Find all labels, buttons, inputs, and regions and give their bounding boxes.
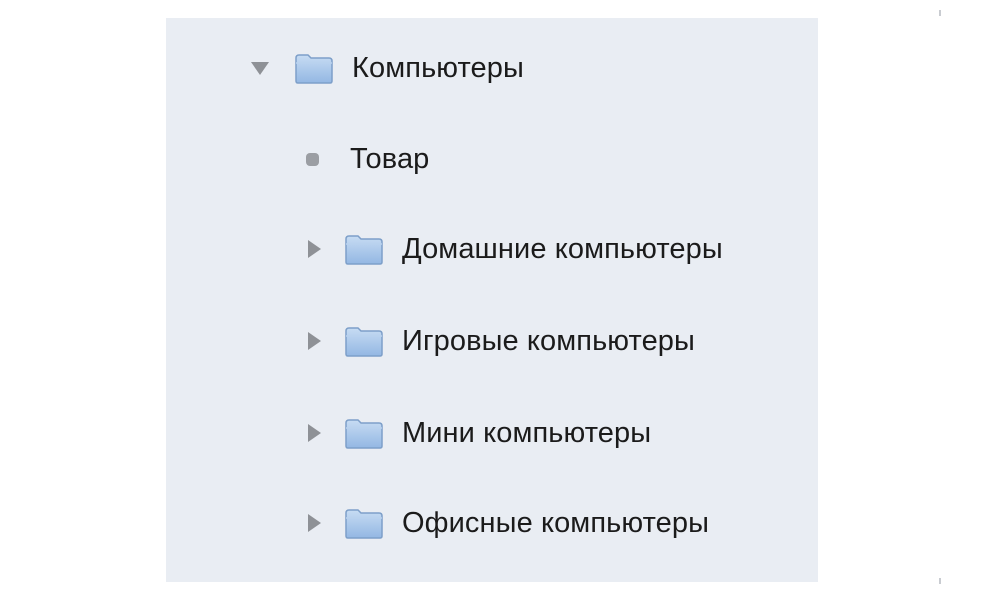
tree-row-label: Игровые компьютеры	[402, 324, 695, 357]
chevron-right-icon[interactable]	[302, 511, 326, 535]
tree-row-child[interactable]: Мини компьютеры	[302, 411, 651, 455]
folder-icon	[344, 231, 384, 267]
tree-row-child[interactable]: Офисные компьютеры	[302, 501, 709, 545]
tree-row-root[interactable]: Компьютеры	[248, 46, 524, 90]
panel-edge-mark	[939, 578, 941, 584]
chevron-right-icon[interactable]	[302, 421, 326, 445]
tree-row-label: Компьютеры	[352, 51, 524, 84]
folder-icon	[344, 505, 384, 541]
tree-row-leaf[interactable]: Товар	[300, 137, 429, 181]
bullet-icon	[300, 147, 324, 171]
tree-row-label: Домашние компьютеры	[402, 232, 723, 265]
folder-icon	[344, 415, 384, 451]
folder-icon	[344, 323, 384, 359]
tree-row-label: Товар	[350, 142, 430, 175]
chevron-down-icon[interactable]	[248, 56, 272, 80]
tree-panel: Компьютеры Товар Домашние компьютеры Игр…	[166, 10, 941, 584]
tree-row-label: Мини компьютеры	[402, 416, 652, 449]
panel-edge-mark	[939, 10, 941, 16]
chevron-right-icon[interactable]	[302, 329, 326, 353]
tree-row-child[interactable]: Домашние компьютеры	[302, 227, 723, 271]
tree-row-child[interactable]: Игровые компьютеры	[302, 319, 695, 363]
chevron-right-icon[interactable]	[302, 237, 326, 261]
folder-icon	[294, 50, 334, 86]
tree-row-label: Офисные компьютеры	[402, 506, 710, 539]
